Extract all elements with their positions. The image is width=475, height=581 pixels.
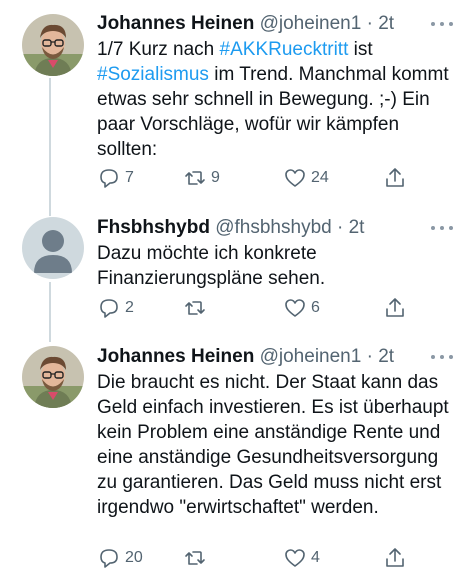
- heart-icon: [285, 549, 305, 567]
- tweet-text: 1/7 Kurz nach #AKKRuecktritt ist #Soziali…: [97, 39, 449, 160]
- retweet-button[interactable]: [183, 545, 211, 571]
- like-button[interactable]: 24: [283, 165, 329, 191]
- like-button[interactable]: 6: [283, 295, 320, 321]
- timestamp[interactable]: 2t: [378, 346, 394, 367]
- share-button[interactable]: [383, 165, 407, 191]
- retweet-count: 9: [211, 169, 220, 186]
- separator-dot: ·: [366, 13, 373, 34]
- reply-count: 7: [125, 169, 134, 186]
- hashtag-link[interactable]: #AKKRuecktritt: [220, 39, 349, 60]
- tweet-2[interactable]: Fhsbhshybd @fhsbhshybd · 2t Dazu möchte …: [0, 205, 475, 340]
- heart-icon: [285, 169, 305, 187]
- tweet-header: Fhsbhshybd @fhsbhshybd · 2t: [97, 214, 442, 242]
- more-options-icon[interactable]: [431, 349, 453, 365]
- share-icon: [386, 548, 404, 567]
- avatar[interactable]: [22, 346, 84, 408]
- person-photo-icon: [22, 346, 84, 408]
- display-name[interactable]: Fhsbhshybd: [97, 217, 210, 238]
- user-handle[interactable]: @joheinen1: [260, 13, 362, 34]
- heart-icon: [285, 299, 305, 317]
- reply-count: 2: [125, 299, 134, 316]
- more-options-icon[interactable]: [431, 220, 453, 236]
- display-name[interactable]: Johannes Heinen: [97, 346, 254, 367]
- hashtag-link[interactable]: #Sozialismus: [97, 64, 209, 85]
- user-handle[interactable]: @fhsbhshybd: [215, 217, 331, 238]
- more-options-icon[interactable]: [431, 16, 453, 32]
- tweet-text: Die braucht es nicht. Der Staat kann das…: [97, 372, 449, 518]
- tweet-header: Johannes Heinen @joheinen1 · 2t: [97, 343, 442, 371]
- share-button[interactable]: [383, 545, 407, 571]
- separator-dot: ·: [366, 346, 373, 367]
- person-photo-icon: [22, 14, 84, 76]
- reply-button[interactable]: 7: [97, 165, 134, 191]
- user-handle[interactable]: @joheinen1: [260, 346, 362, 367]
- like-count: 6: [311, 299, 320, 316]
- retweet-button[interactable]: [183, 295, 211, 321]
- like-count: 4: [311, 549, 320, 566]
- display-name[interactable]: Johannes Heinen: [97, 13, 254, 34]
- avatar[interactable]: [22, 14, 84, 76]
- tweet-3[interactable]: Johannes Heinen @joheinen1 · 2t Die brau…: [0, 340, 475, 581]
- tweet-1[interactable]: Johannes Heinen @joheinen1 · 2t 1/7 Kurz…: [0, 0, 475, 205]
- avatar[interactable]: [22, 217, 84, 279]
- share-icon: [386, 298, 404, 317]
- tweet-header: Johannes Heinen @joheinen1 · 2t: [97, 10, 442, 38]
- separator-dot: ·: [336, 217, 344, 238]
- share-button[interactable]: [383, 295, 407, 321]
- tweet-actions: 2 6: [97, 295, 417, 321]
- reply-button[interactable]: 2: [97, 295, 134, 321]
- share-icon: [386, 168, 404, 187]
- retweet-icon: [185, 551, 205, 565]
- reply-count: 20: [125, 549, 143, 566]
- retweet-button[interactable]: 9: [183, 165, 220, 191]
- reply-icon: [100, 169, 118, 188]
- retweet-icon: [185, 171, 205, 185]
- retweet-icon: [185, 301, 205, 315]
- like-button[interactable]: 4: [283, 545, 320, 571]
- reply-icon: [100, 549, 118, 568]
- default-avatar-icon: [22, 217, 84, 279]
- timestamp[interactable]: 2t: [349, 217, 365, 238]
- tweet-text: Dazu möchte ich konkrete Finanzierungspl…: [97, 243, 326, 289]
- reply-icon: [100, 299, 118, 318]
- like-count: 24: [311, 169, 329, 186]
- timestamp[interactable]: 2t: [378, 13, 394, 34]
- tweet-actions: 7 9 24: [97, 165, 417, 191]
- reply-button[interactable]: 20: [97, 545, 143, 571]
- tweet-actions: 20 4: [97, 545, 417, 571]
